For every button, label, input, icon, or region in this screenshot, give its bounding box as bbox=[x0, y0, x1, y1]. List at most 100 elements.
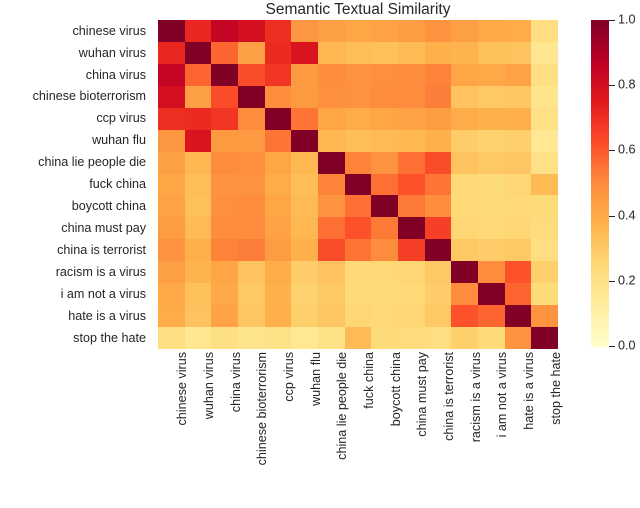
heatmap-cell bbox=[477, 151, 505, 174]
heatmap-cell bbox=[397, 20, 425, 42]
colorbar-tick bbox=[609, 20, 615, 21]
heatmap-cell bbox=[184, 151, 212, 174]
heatmap-cell bbox=[211, 85, 238, 108]
heatmap-cell bbox=[184, 173, 212, 196]
x-axis-tick-labels: chinese virus wuhan virus china virus chine… bbox=[158, 352, 563, 502]
heatmap-cell bbox=[371, 195, 398, 218]
heatmap-cell bbox=[451, 129, 478, 152]
heatmap-cell bbox=[397, 305, 425, 328]
heatmap-cell bbox=[237, 63, 265, 86]
heatmap-cell bbox=[477, 261, 505, 284]
heatmap-cell bbox=[211, 305, 238, 328]
colorbar-tick bbox=[609, 346, 615, 347]
heatmap-cell bbox=[158, 261, 185, 284]
heatmap-cell bbox=[211, 107, 238, 130]
heatmap-cell bbox=[211, 261, 238, 284]
heatmap-cell bbox=[184, 195, 212, 218]
heatmap-cell bbox=[317, 195, 345, 218]
x-axis-tick-label-slot: wuhan flu bbox=[291, 352, 323, 502]
heatmap-cell bbox=[477, 20, 505, 42]
x-axis-tick-label-slot: stop the hate bbox=[531, 352, 563, 502]
heatmap-cell bbox=[344, 195, 372, 218]
heatmap-cell bbox=[344, 173, 372, 196]
heatmap-cell bbox=[504, 151, 532, 174]
heatmap-cell bbox=[264, 239, 292, 262]
y-axis-tick-labels: chinese virus wuhan virus china virus chine… bbox=[0, 20, 152, 349]
heatmap-cell bbox=[158, 41, 185, 64]
heatmap-cell bbox=[397, 239, 425, 262]
colorbar: 1.0 0.8 0.6 0.4 0.2 0.0 bbox=[591, 14, 636, 352]
page-title: Semantic Textual Similarity bbox=[265, 1, 451, 18]
heatmap-cell bbox=[531, 63, 558, 86]
heatmap-cell bbox=[291, 63, 318, 86]
heatmap-cell bbox=[237, 217, 265, 240]
colorbar-tick bbox=[609, 280, 615, 282]
heatmap-cell bbox=[424, 41, 452, 64]
heatmap-cell bbox=[184, 41, 212, 64]
heatmap-cell bbox=[504, 327, 532, 349]
heatmap-cell bbox=[477, 63, 505, 86]
heatmap-cell bbox=[291, 327, 318, 349]
y-axis-tick-label: wuhan flu bbox=[92, 133, 146, 148]
heatmap-cell bbox=[451, 283, 478, 306]
heatmap-cell bbox=[184, 129, 212, 152]
heatmap-cell bbox=[424, 107, 452, 130]
x-axis-tick-label-slot: chinese bioterrorism bbox=[238, 352, 269, 502]
heatmap-cell bbox=[451, 85, 478, 108]
x-axis-tick-label-slot: chinese virus bbox=[158, 352, 189, 502]
heatmap-cell bbox=[291, 195, 318, 218]
heatmap-cell bbox=[211, 173, 238, 196]
heatmap-cell bbox=[158, 327, 185, 349]
heatmap-cell bbox=[371, 107, 398, 130]
heatmap-cell bbox=[237, 261, 265, 284]
heatmap-cell bbox=[371, 41, 398, 64]
heatmap-cell bbox=[264, 195, 292, 218]
colorbar-tick bbox=[609, 150, 615, 152]
heatmap-cell bbox=[424, 85, 452, 108]
heatmap-cell bbox=[317, 173, 345, 196]
x-axis-tick-label: stop the hate bbox=[548, 352, 563, 425]
heatmap-cell bbox=[397, 283, 425, 306]
heatmap-cell bbox=[317, 283, 345, 306]
heatmap-cell bbox=[264, 283, 292, 306]
heatmap-cell bbox=[504, 195, 532, 218]
heatmap-cell bbox=[371, 173, 398, 196]
y-axis-tick-label: fuck china bbox=[89, 177, 146, 192]
colorbar-tick bbox=[609, 85, 615, 87]
x-axis-tick-label-slot: racism is a virus bbox=[451, 352, 483, 502]
heatmap-cell bbox=[344, 261, 372, 284]
heatmap-cell bbox=[291, 41, 318, 64]
heatmap-cell bbox=[504, 217, 532, 240]
y-axis-tick-label: china is terrorist bbox=[57, 243, 146, 258]
heatmap-cell bbox=[264, 173, 292, 196]
y-axis-tick-label: china must pay bbox=[61, 221, 146, 236]
x-axis-tick-label-slot: wuhan virus bbox=[185, 352, 216, 502]
heatmap-cell bbox=[397, 195, 425, 218]
heatmap-cell bbox=[531, 261, 558, 284]
heatmap-cell bbox=[317, 85, 345, 108]
heatmap-grid bbox=[158, 20, 558, 349]
heatmap-cell bbox=[531, 283, 558, 306]
colorbar-tick-label: 0.4 bbox=[618, 208, 636, 223]
heatmap-cell bbox=[158, 129, 185, 152]
heatmap-cell bbox=[424, 151, 452, 174]
heatmap-cell bbox=[344, 107, 372, 130]
heatmap-cell bbox=[504, 283, 532, 306]
heatmap-cell bbox=[158, 173, 185, 196]
heatmap-cell bbox=[477, 41, 505, 64]
heatmap-cell bbox=[371, 63, 398, 86]
heatmap-cell bbox=[344, 85, 372, 108]
heatmap-cell bbox=[184, 107, 212, 130]
heatmap-cell bbox=[424, 129, 452, 152]
heatmap-cell bbox=[451, 63, 478, 86]
heatmap-cell bbox=[158, 195, 185, 218]
heatmap-cell bbox=[237, 151, 265, 174]
x-axis-tick-label-slot: china lie people die bbox=[318, 352, 349, 502]
heatmap-cell bbox=[317, 151, 345, 174]
heatmap-cell bbox=[451, 305, 478, 328]
heatmap-cell bbox=[371, 129, 398, 152]
y-axis-tick-label: stop the hate bbox=[73, 330, 146, 345]
heatmap-cell bbox=[158, 85, 185, 108]
heatmap-cell bbox=[371, 305, 398, 328]
heatmap-cell bbox=[158, 217, 185, 240]
